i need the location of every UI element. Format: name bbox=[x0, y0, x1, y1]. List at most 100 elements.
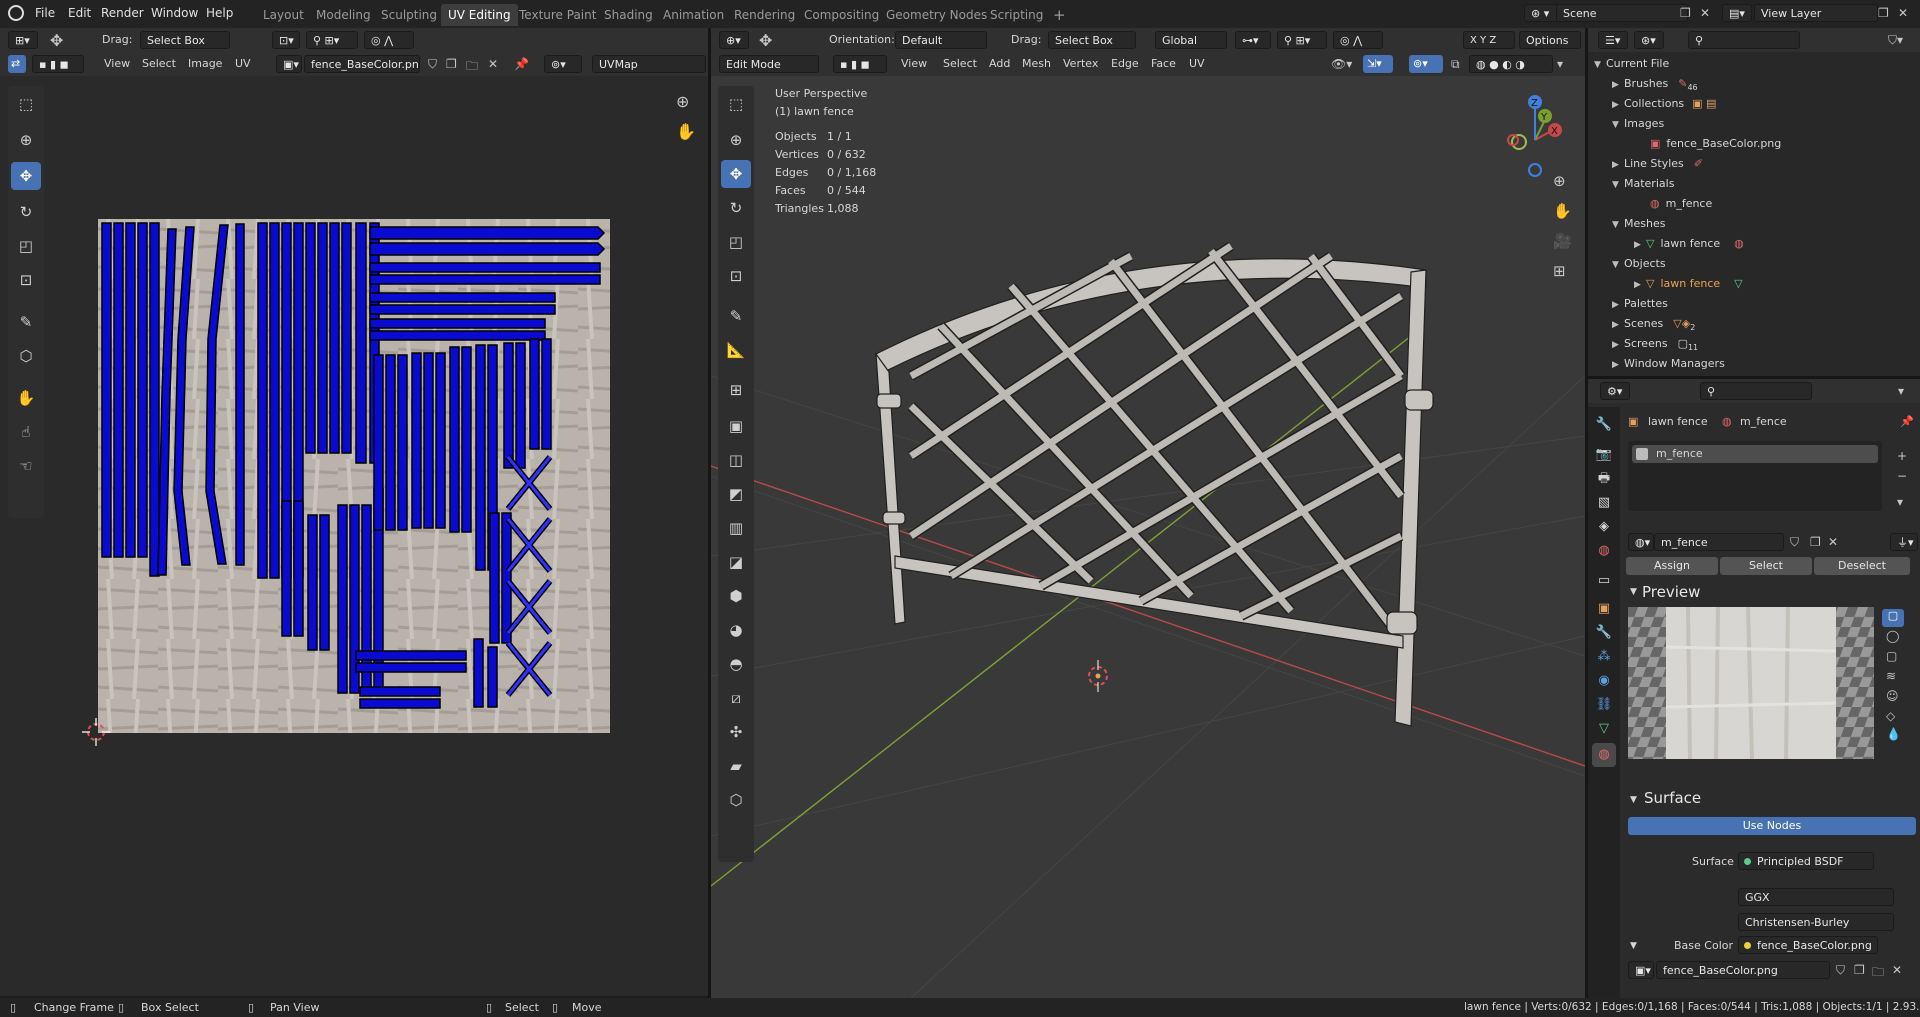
ortho-toggle-icon[interactable]: ⊞ bbox=[1553, 262, 1566, 280]
move-tool-icon[interactable]: ✥ bbox=[721, 160, 751, 188]
menu-window[interactable]: Window bbox=[151, 6, 198, 20]
new-image-icon[interactable]: ❐ bbox=[446, 57, 457, 71]
navigation-gizmo[interactable]: Z X Y bbox=[1491, 86, 1581, 196]
pivot-icon[interactable]: ⊡▾ bbox=[272, 31, 300, 49]
pin-icon[interactable]: 📌 bbox=[1900, 415, 1914, 428]
cursor-tool-icon[interactable]: ⊕ bbox=[11, 126, 41, 154]
bevel-tool-icon[interactable]: ◩ bbox=[721, 480, 751, 508]
tree-item[interactable]: ▶ Palettes bbox=[1612, 294, 1668, 314]
editor-type-icon[interactable]: ⊞▾ bbox=[8, 31, 38, 49]
3d-cursor-icon[interactable] bbox=[1088, 660, 1108, 692]
rip-region-tool-icon[interactable]: ⬡ bbox=[721, 786, 751, 814]
outliner-search-input[interactable]: ⚲ bbox=[1688, 31, 1800, 49]
collapse-icon[interactable]: ▼ bbox=[1630, 587, 1637, 597]
tree-item[interactable]: ▶ Window Managers bbox=[1612, 354, 1725, 374]
tree-item[interactable]: ▼ Images bbox=[1612, 114, 1664, 134]
object-tab-icon[interactable]: ▣ bbox=[1592, 597, 1616, 621]
tree-item[interactable]: ▶ Brushes ✎46 bbox=[1612, 74, 1698, 94]
image-browse-icon[interactable]: ▣▾ bbox=[276, 55, 302, 73]
view-layer-selector-icon[interactable]: ▤▾ bbox=[1722, 4, 1752, 22]
editor-type-icon[interactable]: ⊕▾ bbox=[719, 31, 749, 49]
fake-user-icon[interactable]: ⛉ bbox=[1836, 963, 1845, 978]
preview-title[interactable]: Preview bbox=[1642, 583, 1700, 601]
scale-tool-icon[interactable]: ◰ bbox=[721, 228, 751, 256]
tree-item[interactable]: ▶ Scenes ▽◈2 bbox=[1612, 314, 1695, 334]
overlays-icon[interactable]: ⊚▾ bbox=[1409, 55, 1443, 73]
shrink-fatten-tool-icon[interactable]: ✣ bbox=[721, 718, 751, 746]
uv-editor[interactable]: ⊞▾ ✥ Drag: Select Box ⊡▾ ⚲ ⊞▾ ◎ ⋀ ⇄ ▪ ▮ … bbox=[0, 28, 708, 996]
new-image-icon[interactable]: ❐ bbox=[1854, 963, 1865, 977]
select-box-tool-icon[interactable]: ⬚ bbox=[721, 90, 751, 118]
world-tab-icon[interactable]: ◍ bbox=[1592, 539, 1616, 563]
tab-rendering[interactable]: Rendering bbox=[727, 4, 802, 26]
preview-plane-icon[interactable]: ▢ bbox=[1882, 609, 1904, 627]
xray-icon[interactable]: ⧉ bbox=[1451, 57, 1460, 72]
new-scene-icon[interactable]: ❐ bbox=[1680, 6, 1691, 20]
preview-cloth-icon[interactable]: ◇ bbox=[1886, 709, 1895, 723]
delete-view-layer-icon[interactable]: ✕ bbox=[1898, 6, 1908, 20]
menu-uv[interactable]: UV bbox=[1189, 57, 1205, 70]
move-tool-icon[interactable]: ✥ bbox=[759, 31, 772, 50]
uv-image-canvas[interactable] bbox=[98, 219, 610, 733]
use-nodes-button[interactable]: Use Nodes bbox=[1628, 817, 1916, 835]
snap-icon[interactable]: ⚲ ⊞▾ bbox=[306, 31, 358, 49]
pivot-icon[interactable]: ⊶▾ bbox=[1235, 31, 1271, 49]
particles-tab-icon[interactable]: ⁂ bbox=[1592, 645, 1616, 669]
blender-logo-icon[interactable] bbox=[8, 5, 24, 21]
deselect-button[interactable]: Deselect bbox=[1814, 557, 1910, 575]
proportional-icon[interactable]: ◎ ⋀ bbox=[1333, 31, 1383, 49]
tab-animation[interactable]: Animation bbox=[656, 4, 731, 26]
tree-item[interactable]: ▶ Screens ▢11 bbox=[1612, 334, 1698, 354]
tab-shading[interactable]: Shading bbox=[597, 4, 660, 26]
render-tab-icon[interactable]: 📷 bbox=[1592, 443, 1616, 467]
pan-hand-icon[interactable]: ✋ bbox=[676, 122, 696, 141]
editor-type-icon[interactable]: ⚙▾ bbox=[1600, 382, 1630, 400]
tree-item[interactable]: ▼ Materials bbox=[1612, 174, 1674, 194]
preview-fluid-icon[interactable]: 💧 bbox=[1886, 727, 1901, 741]
menu-face[interactable]: Face bbox=[1151, 57, 1176, 70]
uvmap-field[interactable]: UVMap bbox=[592, 55, 706, 73]
proportional-icon[interactable]: ◎ ⋀ bbox=[364, 31, 414, 49]
menu-select[interactable]: Select bbox=[943, 57, 977, 70]
menu-uv[interactable]: UV bbox=[235, 57, 251, 70]
material-slot-list[interactable]: m_fence bbox=[1628, 441, 1882, 511]
scene-name-field[interactable]: Scene bbox=[1556, 4, 1688, 22]
camera-view-icon[interactable]: 🎥 bbox=[1553, 232, 1572, 250]
material-browse-icon[interactable]: ◍▾ bbox=[1628, 533, 1654, 551]
inset-tool-icon[interactable]: ◫ bbox=[721, 446, 751, 474]
drag-mode-select[interactable]: Select Box bbox=[140, 31, 230, 49]
surface-shader-field[interactable]: Principled BSDF bbox=[1738, 852, 1874, 870]
view-layer-name-field[interactable]: View Layer bbox=[1754, 4, 1878, 22]
orientation-select[interactable]: Default bbox=[895, 31, 987, 49]
preview-sphere-icon[interactable]: ◯ bbox=[1886, 629, 1899, 643]
annotate-tool-icon[interactable]: ✎ bbox=[11, 308, 41, 336]
tab-compositing[interactable]: Compositing bbox=[797, 4, 886, 26]
move-tool-icon[interactable]: ✥ bbox=[11, 162, 41, 190]
annotate-tool-icon[interactable]: ✎ bbox=[721, 302, 751, 330]
tab-geometry-nodes[interactable]: Geometry Nodes bbox=[879, 4, 994, 26]
menu-file[interactable]: File bbox=[35, 6, 55, 20]
shading-options-icon[interactable]: ▾ bbox=[1557, 57, 1563, 71]
unlink-material-icon[interactable]: ✕ bbox=[1828, 535, 1838, 549]
data-tab-icon[interactable]: ▽ bbox=[1592, 717, 1616, 741]
scale-tool-icon[interactable]: ◰ bbox=[11, 232, 41, 260]
distribution-select[interactable]: GGX bbox=[1738, 888, 1894, 906]
fake-user-icon[interactable]: ⛉ bbox=[428, 57, 437, 72]
image-name-field[interactable]: fence_BaseColor.png bbox=[304, 55, 420, 73]
gizmo-icon[interactable]: ⇲▾ bbox=[1363, 55, 1393, 73]
display-mode-icon[interactable]: ⊛▾ bbox=[1634, 31, 1664, 49]
edge-slide-tool-icon[interactable]: ⧄ bbox=[721, 684, 751, 712]
outliner[interactable]: ☰▾ ⊛▾ ⚲ ⛉▾ ▼ Current File ▶ Brushes ✎46 ▶ Co… bbox=[1588, 28, 1920, 376]
transform-tool-icon[interactable]: ⊡ bbox=[11, 266, 41, 294]
options-icon[interactable]: ▾ bbox=[1898, 384, 1904, 398]
new-view-layer-icon[interactable]: ❐ bbox=[1878, 6, 1889, 20]
material-tab-icon[interactable]: ◍ bbox=[1592, 743, 1616, 767]
select-mode-icons[interactable]: ▪ ▮ ◼ bbox=[32, 55, 84, 73]
menu-view[interactable]: View bbox=[901, 57, 927, 70]
delete-scene-icon[interactable]: ✕ bbox=[1700, 6, 1710, 20]
preview-hair-icon[interactable]: ≋ bbox=[1886, 669, 1896, 683]
base-color-field[interactable]: fence_BaseColor.png bbox=[1738, 936, 1878, 954]
link-mode-icon[interactable]: ⏚▾ bbox=[1890, 533, 1918, 551]
image-texture-field[interactable]: fence_BaseColor.png bbox=[1656, 961, 1830, 979]
tree-item[interactable]: ▼ Current File bbox=[1594, 54, 1669, 74]
